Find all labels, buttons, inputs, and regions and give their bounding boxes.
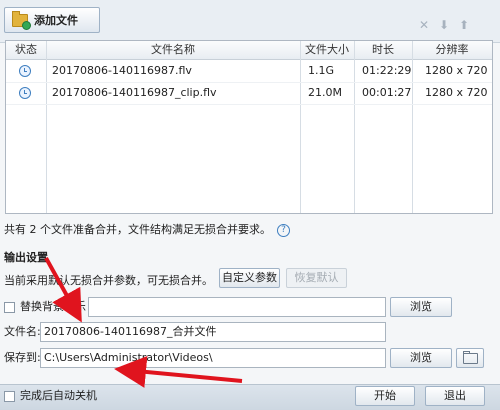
annotation-arrow	[114, 355, 243, 388]
annotation-overlay	[44, 257, 243, 388]
annotation-arrow	[44, 257, 82, 323]
